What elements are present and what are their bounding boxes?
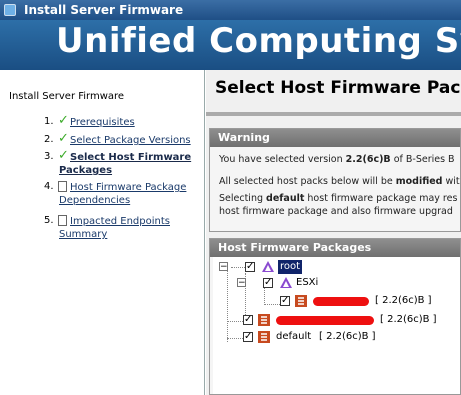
wizard-title: Install Server Firmware xyxy=(9,91,125,102)
tree-connector xyxy=(227,321,243,322)
warning-line-3: Selecting default host firmware package … xyxy=(219,193,457,204)
warning-text: wit xyxy=(442,176,460,187)
checkmark-icon: ✓ xyxy=(58,148,69,163)
node-checkbox[interactable]: ✓ xyxy=(263,278,273,288)
redaction-mark xyxy=(313,297,369,306)
step-number: 1. xyxy=(44,116,54,127)
wizard-step-prerequisites[interactable]: 1. ✓ Prerequisites xyxy=(44,113,204,130)
checkmark-icon: ✓ xyxy=(58,113,69,128)
packages-tree: − ✓ root − ✓ ESXi ✓ [2.2(6c)B] ✓ [2.2… xyxy=(213,257,460,394)
wizard-step-select-host-firmware-packages[interactable]: 3. ✓ Select Host Firmware Packages xyxy=(44,148,204,179)
step-label: Select Host Firmware xyxy=(70,152,192,163)
tree-connector xyxy=(264,304,280,305)
tree-connector xyxy=(227,270,228,342)
package-version: [ 2.2(6c)B ] xyxy=(319,331,376,342)
warning-line-4: host firmware package and also firmware … xyxy=(219,206,453,217)
warning-title: Warning xyxy=(210,129,460,147)
firmware-package-icon xyxy=(258,331,270,343)
warning-emphasis: default xyxy=(266,193,305,204)
tree-node-esxi-package[interactable]: ✓ [ 2.2(6c)B ] xyxy=(280,294,460,308)
esxi-label: ESXi xyxy=(296,277,319,288)
warning-text: host firmware package may res xyxy=(304,193,458,204)
firmware-package-icon xyxy=(258,314,270,326)
wizard-step-select-package-versions[interactable]: 2. ✓ Select Package Versions xyxy=(44,131,204,148)
divider xyxy=(206,112,461,116)
warning-text: of B-Series B xyxy=(390,154,455,165)
warning-text: You have selected version xyxy=(219,154,346,165)
node-checkbox[interactable]: ✓ xyxy=(243,315,253,325)
default-label: default xyxy=(276,331,312,342)
package-version: [ 2.2(6c)B ] xyxy=(375,295,432,306)
step-label: Impacted Endpoints xyxy=(70,216,170,227)
host-firmware-packages-panel: Host Firmware Packages − ✓ root − ✓ ESXi… xyxy=(209,238,461,395)
step-label-continued: Summary xyxy=(59,229,108,240)
warning-line-1: You have selected version 2.2(6c)B of B-… xyxy=(219,154,455,165)
redaction-mark xyxy=(276,316,374,325)
warning-emphasis: modified xyxy=(395,176,443,187)
document-icon xyxy=(58,181,67,192)
node-checkbox[interactable]: ✓ xyxy=(280,296,290,306)
step-label: Host Firmware Package xyxy=(70,182,187,193)
node-checkbox[interactable]: ✓ xyxy=(243,332,253,342)
app-icon xyxy=(4,4,16,16)
step-label-continued: Dependencies xyxy=(59,195,131,206)
step-number: 3. xyxy=(44,151,54,162)
window-titlebar: Install Server Firmware xyxy=(0,0,461,20)
tree-node-esxi[interactable]: − ✓ ESXi xyxy=(237,276,377,290)
packages-title: Host Firmware Packages xyxy=(210,239,460,257)
wizard-content: Select Host Firmware Pack Warning You ha… xyxy=(206,70,461,395)
product-banner: Unified Computing Syst xyxy=(0,20,461,70)
org-icon xyxy=(262,261,274,272)
warning-text: All selected host packs below will be xyxy=(219,176,396,187)
document-icon xyxy=(58,215,67,226)
warning-panel: Warning You have selected version 2.2(6c… xyxy=(209,128,461,232)
step-label: Prerequisites xyxy=(70,117,135,128)
package-version: [ 2.2(6c)B ] xyxy=(380,314,437,325)
wizard-step-host-firmware-package-dependencies[interactable]: 4. Host Firmware Package Dependencies xyxy=(44,181,204,209)
step-number: 4. xyxy=(44,181,54,192)
warning-text: Selecting xyxy=(219,193,267,204)
firmware-package-icon xyxy=(295,295,307,307)
checkmark-icon: ✓ xyxy=(58,131,69,146)
step-label-continued: Packages xyxy=(59,165,113,176)
step-number: 5. xyxy=(44,215,54,226)
collapse-icon[interactable]: − xyxy=(219,262,228,272)
wizard-step-panel: Install Server Firmware 1. ✓ Prerequisit… xyxy=(0,70,205,395)
org-icon xyxy=(280,277,292,288)
collapse-icon[interactable]: − xyxy=(237,278,246,288)
node-checkbox[interactable]: ✓ xyxy=(245,262,255,272)
wizard-step-impacted-endpoints-summary[interactable]: 5. Impacted Endpoints Summary xyxy=(44,215,204,243)
tree-node-default[interactable]: ✓ default [ 2.2(6c)B ] xyxy=(243,330,443,344)
page-title: Select Host Firmware Pack xyxy=(215,78,461,98)
warning-line-2: All selected host packs below will be mo… xyxy=(219,176,460,187)
tree-node-root-package[interactable]: ✓ [ 2.2(6c)B ] xyxy=(243,313,453,327)
warning-version: 2.2(6c)B xyxy=(345,154,391,165)
banner-title: Unified Computing Syst xyxy=(56,21,461,61)
window-title: Install Server Firmware xyxy=(24,3,184,17)
step-number: 2. xyxy=(44,134,54,145)
tree-node-root[interactable]: − ✓ root xyxy=(219,260,339,274)
root-label[interactable]: root xyxy=(278,260,303,274)
step-label: Select Package Versions xyxy=(70,135,191,146)
tree-connector xyxy=(227,338,243,339)
